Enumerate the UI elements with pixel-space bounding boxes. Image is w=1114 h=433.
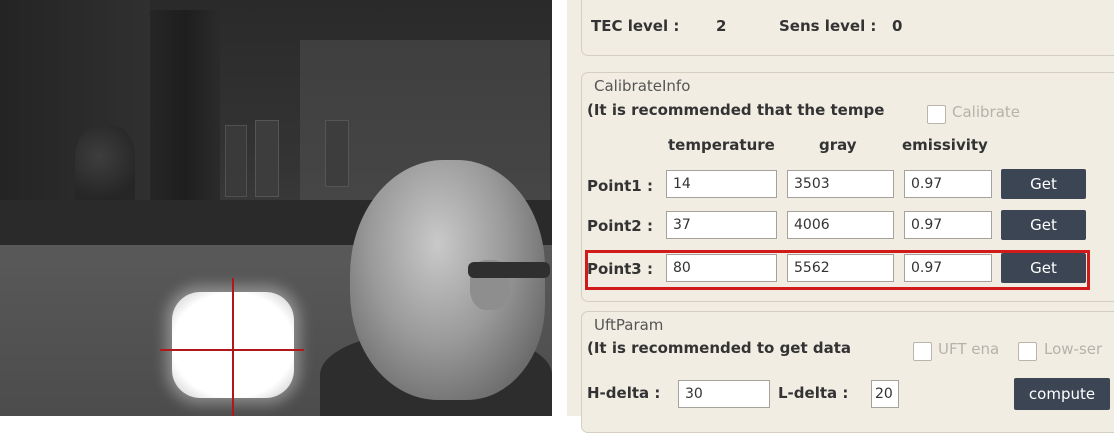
sens-level-label: Sens level : [779, 17, 877, 35]
uft-enable-label[interactable]: UFT ena [938, 340, 999, 358]
uft-group-title: UftParam [594, 316, 664, 334]
column-header-gray: gray [819, 136, 857, 154]
uft-note: (It is recommended to get data [587, 339, 852, 357]
calibrate-note: (It is recommended that the tempe [587, 101, 885, 119]
point1-gray-input[interactable] [787, 170, 894, 198]
uft-param-group: UftParam (It is recommended to get data … [581, 311, 1114, 433]
point1-get-button[interactable]: Get [1001, 169, 1086, 199]
point2-label: Point2 : [587, 217, 653, 235]
scene-frame [225, 125, 247, 197]
control-panel: TEC level : 2 Sens level : 0 CalibrateIn… [567, 0, 1114, 433]
scene-frame [325, 120, 349, 187]
calibrate-checkbox[interactable] [927, 105, 946, 124]
scene-person-glasses [468, 262, 550, 278]
h-delta-input[interactable] [678, 380, 770, 408]
point3-highlight-box [585, 250, 1090, 290]
calibrate-group-title: CalibrateInfo [594, 77, 691, 95]
l-delta-label: L-delta : [778, 384, 849, 402]
point2-temperature-input[interactable] [666, 211, 777, 239]
l-delta-input[interactable] [871, 380, 899, 408]
uft-enable-checkbox[interactable] [913, 342, 932, 361]
calibrate-checkbox-label[interactable]: Calibrate [952, 103, 1020, 121]
scene-frame [255, 120, 279, 197]
point1-temperature-input[interactable] [666, 170, 777, 198]
scene-curtain [150, 10, 220, 200]
h-delta-label: H-delta : [587, 384, 661, 402]
point2-gray-input[interactable] [787, 211, 894, 239]
scene-plant [75, 125, 135, 205]
scene-person-head [350, 160, 545, 400]
tec-level-value: 2 [716, 17, 727, 35]
compute-button[interactable]: compute [1014, 378, 1110, 410]
column-header-emissivity: emissivity [902, 136, 988, 154]
levels-group: TEC level : 2 Sens level : 0 [581, 0, 1114, 56]
point2-get-button[interactable]: Get [1001, 210, 1086, 240]
low-ser-checkbox[interactable] [1018, 342, 1037, 361]
crosshair-vertical [232, 278, 234, 416]
sens-level-value: 0 [892, 17, 903, 35]
calibrate-info-group: CalibrateInfo (It is recommended that th… [581, 72, 1114, 302]
thermal-image-view[interactable] [0, 0, 552, 416]
low-ser-label[interactable]: Low-ser [1044, 340, 1114, 358]
tec-level-label: TEC level : [591, 17, 680, 35]
point1-emissivity-input[interactable] [904, 170, 992, 198]
column-header-temperature: temperature [668, 136, 775, 154]
point1-label: Point1 : [587, 177, 653, 195]
point2-emissivity-input[interactable] [904, 211, 992, 239]
